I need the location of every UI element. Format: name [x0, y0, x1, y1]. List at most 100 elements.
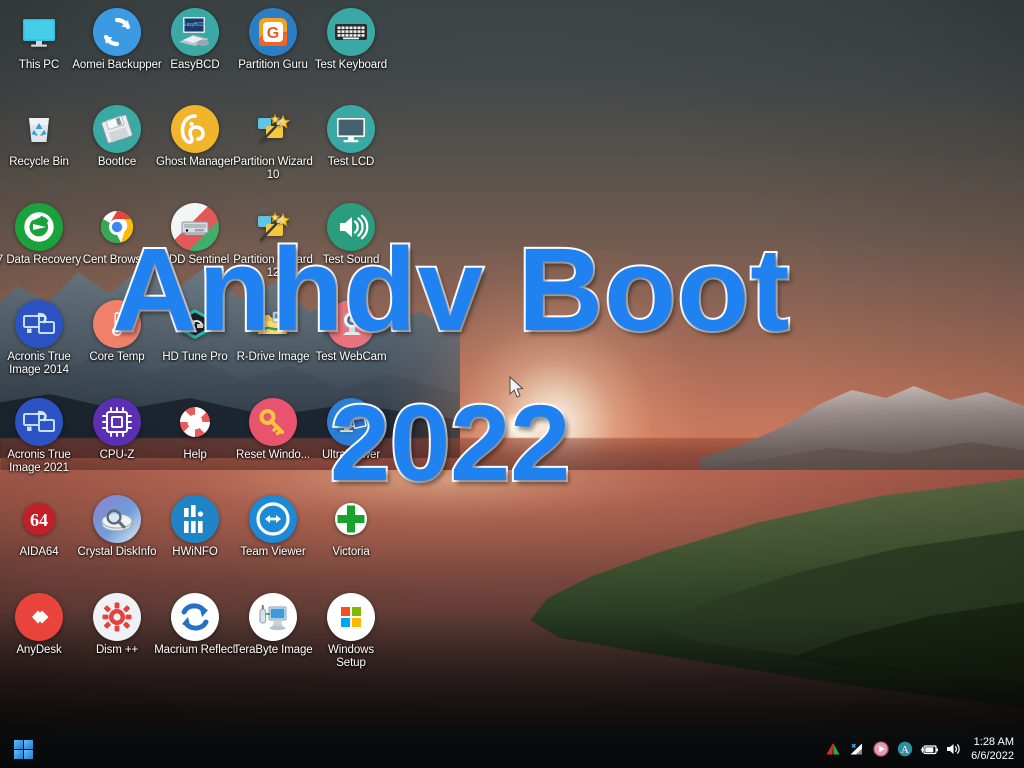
- desktop-icon-label: Team Viewer: [240, 546, 306, 558]
- hwinfo-bars-icon: [171, 495, 219, 543]
- volume-icon[interactable]: [941, 730, 965, 768]
- key-icon: [249, 398, 297, 446]
- acronis-icon: [15, 398, 63, 446]
- desktop-icon-cpu-z[interactable]: CPU-Z: [78, 398, 156, 462]
- chrome-browser-icon: [93, 203, 141, 251]
- desktop-icon-hwinfo[interactable]: HWiNFO: [156, 495, 234, 559]
- desktop-icon-test-sound[interactable]: Test Sound: [312, 203, 390, 267]
- desktop-icon-easybcd[interactable]: EasyBCD EasyBCD: [156, 8, 234, 72]
- desktop-icon-bootice[interactable]: BootIce: [78, 105, 156, 169]
- magic-wand-icon: [249, 203, 297, 251]
- desktop-icon-windows-setup[interactable]: Windows Setup: [312, 593, 390, 670]
- desktop-icon-r-drive-image[interactable]: R-Drive Image: [234, 300, 312, 364]
- desktop-icon-help[interactable]: Help: [156, 398, 234, 462]
- gear-icon: [93, 593, 141, 641]
- taskbar[interactable]: A 1:28 AM 6/6/2022: [0, 730, 1024, 768]
- desktop-icon-recycle-bin[interactable]: Recycle Bin: [0, 105, 78, 169]
- desktop-icon-label: 7 Data Recovery: [0, 254, 82, 266]
- desktop-icon-label: This PC: [18, 59, 60, 71]
- desktop-icon-macrium-reflect[interactable]: Macrium Reflect: [154, 593, 236, 657]
- desktop-icon-label: HD Tune Pro: [162, 351, 228, 363]
- desktop-icon-label: CPU-Z: [99, 449, 135, 461]
- taskbar-clock[interactable]: 1:28 AM 6/6/2022: [965, 735, 1024, 763]
- svg-text:EasyBCD: EasyBCD: [183, 22, 205, 28]
- windows-logo-icon: [13, 739, 33, 759]
- desktop-icon-label: Test WebCam: [315, 351, 387, 363]
- desktop-icon-acronis-true-image-2021[interactable]: Acronis True Image 2021: [0, 398, 78, 475]
- desktop-icon-hdd-sentinel[interactable]: HDD Sentinel: [156, 203, 234, 267]
- desktop-icon-label: BootIce: [97, 156, 137, 168]
- desktop-icon-acronis-true-image-2014[interactable]: Acronis True Image 2014: [0, 300, 78, 377]
- desktop-icon-label: Test LCD: [327, 156, 375, 168]
- desktop-icon-crystal-diskinfo[interactable]: Crystal DiskInfo: [78, 495, 157, 559]
- desktop-icon-ultraviewer[interactable]: UltraViewer: [312, 398, 390, 462]
- desktop-icon-label: R-Drive Image: [236, 351, 310, 363]
- start-button[interactable]: [2, 730, 44, 768]
- desktop-icon-aida64[interactable]: 64 AIDA64: [0, 495, 78, 559]
- desktop-icon-label: Reset Windo...: [235, 449, 311, 461]
- desktop-icon-dism[interactable]: Dism ++: [78, 593, 156, 657]
- pc-usb-icon: [249, 593, 297, 641]
- desktop-icon-label: Cent Browser: [82, 254, 152, 266]
- desktop-icon-test-lcd[interactable]: Test LCD: [312, 105, 390, 169]
- desktop-icon-label: UltraViewer: [321, 449, 381, 461]
- desktop-icon-core-temp[interactable]: Core Temp: [78, 300, 156, 364]
- desktop-icon-label: Aomei Backupper: [72, 59, 162, 71]
- desktop-icon-terabyte-image[interactable]: TeraByte Image: [233, 593, 313, 657]
- mouse-cursor: [509, 376, 524, 398]
- a-app-icon[interactable]: A: [893, 730, 917, 768]
- desktop-icon-reset-windo[interactable]: Reset Windo...: [234, 398, 312, 462]
- svg-text:G: G: [267, 25, 279, 42]
- desktop-icon-label: TeraByte Image: [233, 644, 313, 656]
- desktop-icon-anydesk[interactable]: AnyDesk: [0, 593, 78, 657]
- recovery-arrow-icon: [15, 203, 63, 251]
- desktop-icon-test-keyboard[interactable]: Test Keyboard: [312, 8, 390, 72]
- desktop-icon-hd-tune-pro[interactable]: HD Tune Pro: [156, 300, 234, 364]
- desktop-icon-label: Dism ++: [95, 644, 139, 656]
- desktop-icon-label: Test Sound: [322, 254, 380, 266]
- desktop-icon-aomei-backupper[interactable]: Aomei Backupper: [72, 8, 162, 72]
- desktop-icon-label: EasyBCD: [170, 59, 220, 71]
- hdtune-icon: [171, 300, 219, 348]
- floppy-disk-icon: [93, 105, 141, 153]
- aida64-icon: 64: [15, 495, 63, 543]
- show-hidden-icons-icon[interactable]: [821, 730, 845, 768]
- desktop-icon-ghost-manager[interactable]: Ghost Manager: [156, 105, 234, 169]
- desktop-icon-grid[interactable]: This PC Aomei Backupper EasyBCD EasyBCD …: [0, 0, 400, 720]
- media-player-icon[interactable]: [869, 730, 893, 768]
- desktop-icon-victoria[interactable]: Victoria: [312, 495, 390, 559]
- battery-charging-icon[interactable]: [917, 730, 941, 768]
- desktop-icon-partition-guru[interactable]: G Partition Guru: [234, 8, 312, 72]
- monitor-icon: [15, 8, 63, 56]
- folder-drive-icon: [249, 300, 297, 348]
- teamviewer-icon: [249, 495, 297, 543]
- desktop-icon-partition-wizard-10[interactable]: Partition Wizard 10: [233, 105, 313, 182]
- desktop-icon-label: Acronis True Image 2014: [7, 351, 71, 376]
- desktop-icon-label: Ghost Manager: [156, 156, 234, 168]
- refresh-arrows-icon: [171, 593, 219, 641]
- desktop-icon-label: Partition Wizard 12: [233, 254, 313, 279]
- thermometer-icon: [93, 300, 141, 348]
- desktop-icon-label: Help: [183, 449, 207, 461]
- desktop-icon-team-viewer[interactable]: Team Viewer: [234, 495, 312, 559]
- desktop-icon-label: AIDA64: [19, 546, 59, 558]
- keyboard-icon: [327, 8, 375, 56]
- system-tray[interactable]: A 1:28 AM 6/6/2022: [821, 730, 1024, 768]
- desktop-icon-partition-wizard-12[interactable]: Partition Wizard 12: [233, 203, 313, 280]
- sync-arrows-icon: [93, 8, 141, 56]
- desktop-icon-cent-browser[interactable]: Cent Browser: [78, 203, 156, 267]
- disk-magnifier-icon: [93, 495, 141, 543]
- anydesk-icon: [15, 593, 63, 641]
- lcd-monitor-icon: [327, 105, 375, 153]
- desktop-icon-7-data-recovery[interactable]: 7 Data Recovery: [0, 203, 81, 267]
- desktop[interactable]: This PC Aomei Backupper EasyBCD EasyBCD …: [0, 0, 1024, 768]
- cpu-chip-icon: [93, 398, 141, 446]
- network-icon[interactable]: [845, 730, 869, 768]
- desktop-icon-label: Crystal DiskInfo: [77, 546, 157, 558]
- speaker-icon: [327, 203, 375, 251]
- webcam-icon: [327, 300, 375, 348]
- desktop-icon-test-webcam[interactable]: Test WebCam: [312, 300, 390, 364]
- g-letter-icon: G: [249, 8, 297, 56]
- desktop-icon-this-pc[interactable]: This PC: [0, 8, 78, 72]
- ghost-icon: [171, 105, 219, 153]
